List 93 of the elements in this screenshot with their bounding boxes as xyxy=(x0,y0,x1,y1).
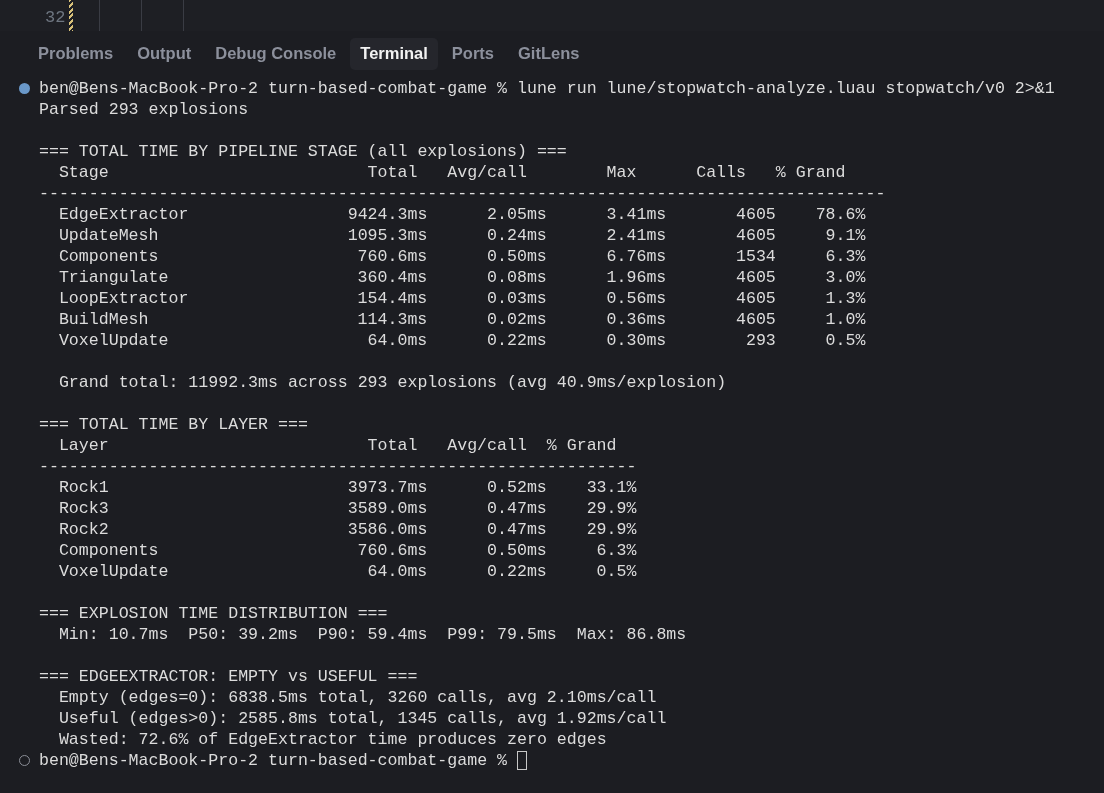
table-cell-text: 64.0ms xyxy=(366,330,428,351)
table-cell-text: BuildMesh xyxy=(58,309,150,330)
table-cell-text: 2.05ms xyxy=(486,204,547,225)
table-cell-text: 0.50ms xyxy=(486,246,547,267)
table-cell-text: 0.03ms xyxy=(486,288,547,309)
table-cell-text: 1.0% xyxy=(824,309,866,330)
table-cell-text: Rock1 xyxy=(58,477,110,498)
table-cell-text: 1.96ms xyxy=(605,267,667,288)
table-cell-text: 0.22ms xyxy=(486,330,547,351)
table-cell: 3589.0ms xyxy=(347,498,428,519)
table-cell-text: 0.24ms xyxy=(486,225,547,246)
table-cell-text: 0.52ms xyxy=(486,477,547,498)
table-cell-text: UpdateMesh xyxy=(58,225,160,246)
table-cell-text: 0.5% xyxy=(595,561,637,582)
line-number: 32 xyxy=(45,7,66,29)
table-rule: ------------------------------------------------------------ xyxy=(39,457,637,476)
table-cell-text: 3.0% xyxy=(824,267,866,288)
section-heading: === TOTAL TIME BY PIPELINE STAGE (all explosions) === xyxy=(39,142,567,161)
section-heading: === EDGEEXTRACTOR: EMPTY vs USEFUL === xyxy=(39,667,418,686)
table-cell-text: Triangulate xyxy=(58,267,170,288)
table-cell-text: 3.41ms xyxy=(605,204,667,225)
table-cell-text: VoxelUpdate xyxy=(58,561,170,582)
table-cell-text: 4605 xyxy=(735,267,776,288)
command-prompt: ben@Bens-MacBook-Pro-2 turn-based-combat-game % lune run lune/stopwatch-analyze.luau stopwatch/v0 2>&1 xyxy=(39,78,1055,99)
output-line: Useful (edges>0): 2585.8ms total, 1345 calls, avg 1.92ms/call xyxy=(58,709,667,728)
table-cell-text: 0.36ms xyxy=(605,309,667,330)
table-cell-text: 760.6ms xyxy=(356,540,428,561)
table-cell-text: Components xyxy=(58,246,160,267)
column-header: Max xyxy=(605,162,638,183)
column-header: % Grand xyxy=(546,435,618,456)
column-header: Layer xyxy=(58,435,110,456)
table-cell-text: EdgeExtractor xyxy=(58,204,190,225)
table-cell-text: 64.0ms xyxy=(366,561,428,582)
table-cell-text: 0.47ms xyxy=(486,519,547,540)
table-cell-text: 0.47ms xyxy=(486,498,547,519)
output-line: Grand total: 11992.3ms across 293 explosions (avg 40.9ms/explosion) xyxy=(58,373,727,392)
table-cell-text: 29.9% xyxy=(585,498,637,519)
table-cell-text: 0.08ms xyxy=(486,267,547,288)
table-cell-text: 114.3ms xyxy=(356,309,428,330)
table-cell-text: 0.30ms xyxy=(605,330,667,351)
table-cell-text: 760.6ms xyxy=(356,246,428,267)
output-line: Wasted: 72.6% of EdgeExtractor time produces zero edges xyxy=(58,730,607,749)
table-cell-text: 1.3% xyxy=(824,288,866,309)
table-cell-text: 4605 xyxy=(735,225,776,246)
section-heading: === EXPLOSION TIME DISTRIBUTION === xyxy=(39,604,388,623)
table-cell-text: 0.22ms xyxy=(486,561,547,582)
column-header: % Grand xyxy=(775,162,847,183)
panel-tab[interactable]: GitLens xyxy=(508,37,590,70)
table-rule: ------------------------------------------------------------------------------------- xyxy=(39,184,886,203)
table-cell-text: 1534 xyxy=(735,246,776,267)
column-header: Avg/call xyxy=(446,162,528,183)
table-cell-text: 9.1% xyxy=(824,225,866,246)
table-cell-text: 6.76ms xyxy=(605,246,667,267)
output-line: Parsed 293 explosions xyxy=(39,100,249,119)
table-cell-text: 6.3% xyxy=(595,540,637,561)
table-cell: 3586.0ms xyxy=(347,519,428,540)
table-cell-text: VoxelUpdate xyxy=(58,330,170,351)
table-cell: 1095.3ms xyxy=(347,225,428,246)
section-heading: === TOTAL TIME BY LAYER === xyxy=(39,415,308,434)
table-cell-text: 4605 xyxy=(735,204,776,225)
table-cell-text: 0.5% xyxy=(824,330,866,351)
table-cell-text: 360.4ms xyxy=(356,267,428,288)
table-cell-text: 78.6% xyxy=(814,204,866,225)
panel-tab[interactable]: Debug Console xyxy=(205,37,347,70)
table-cell-text: 6.3% xyxy=(824,246,866,267)
table-cell-text: 4605 xyxy=(735,309,776,330)
panel-tab[interactable]: Problems xyxy=(28,37,124,70)
panel-tab[interactable]: Output xyxy=(127,37,202,70)
table-cell: 9424.3ms xyxy=(347,204,428,225)
column-header: Total xyxy=(366,162,419,183)
table-cell-text: 154.4ms xyxy=(356,288,428,309)
column-header: Avg/call xyxy=(446,435,528,456)
table-cell-text: 0.50ms xyxy=(486,540,547,561)
table-cell-text: Rock3 xyxy=(58,498,110,519)
table-cell-text: 293 xyxy=(744,330,776,351)
command-prompt: ben@Bens-MacBook-Pro-2 turn-based-combat-game % xyxy=(39,750,508,771)
output-line: Min: 10.7ms P50: 39.2ms P90: 59.4ms P99: 79.5ms Max: 86.8ms xyxy=(58,625,687,644)
table-cell-text: 0.56ms xyxy=(605,288,667,309)
table-cell-text: LoopExtractor xyxy=(58,288,190,309)
column-header: Total xyxy=(366,435,419,456)
table-cell: 3973.7ms xyxy=(347,477,428,498)
table-cell-text: 4605 xyxy=(735,288,776,309)
table-cell-text: Components xyxy=(58,540,160,561)
column-header: Calls xyxy=(695,162,747,183)
panel-tab[interactable]: Ports xyxy=(441,37,504,70)
table-cell-text: 0.02ms xyxy=(486,309,547,330)
table-cell-text: Rock2 xyxy=(58,519,110,540)
output-line: Empty (edges=0): 6838.5ms total, 3260 calls, avg 2.10ms/call xyxy=(58,688,657,707)
table-cell-text: 2.41ms xyxy=(605,225,667,246)
panel-tab[interactable]: Terminal xyxy=(350,37,438,70)
table-cell-text: 33.1% xyxy=(585,477,637,498)
column-header: Stage xyxy=(58,162,110,183)
table-cell-text: 29.9% xyxy=(585,519,637,540)
